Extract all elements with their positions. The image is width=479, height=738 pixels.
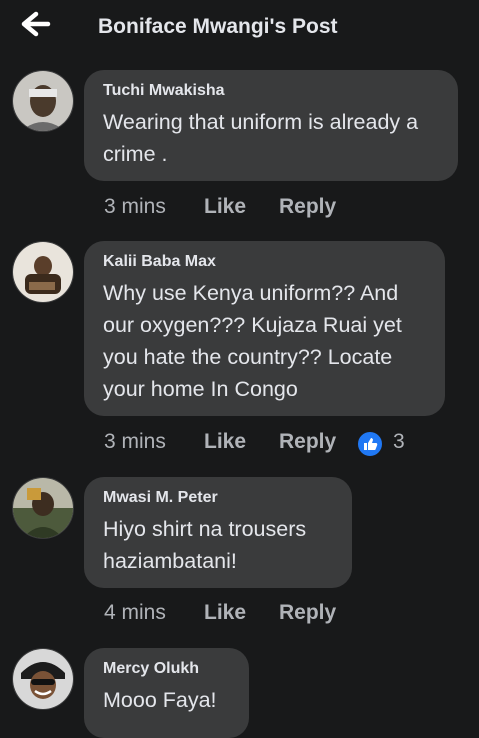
comment-time[interactable]: 3 mins (104, 430, 166, 454)
comment-author[interactable]: Tuchi Mwakisha (103, 82, 440, 100)
comment-text: Why use Kenya uniform?? And our oxygen??… (103, 281, 402, 401)
avatar[interactable] (12, 241, 74, 303)
like-button[interactable]: Like (204, 195, 246, 219)
comment-text: Wearing that uniform is already a crime … (103, 110, 419, 166)
comment-author[interactable]: Mwasi M. Peter (103, 489, 334, 507)
reply-button[interactable]: Reply (279, 601, 336, 625)
back-button[interactable] (20, 10, 54, 40)
like-reaction-icon[interactable] (356, 430, 384, 458)
arrow-left-icon (21, 11, 51, 37)
like-button[interactable]: Like (204, 601, 246, 625)
comment-text: Mooo Faya! (103, 688, 217, 712)
comment-bubble[interactable]: Mwasi M. Peter Hiyo shirt na trousers ha… (84, 477, 352, 588)
reply-button[interactable]: Reply (279, 195, 336, 219)
avatar[interactable] (12, 648, 74, 710)
comment-bubble[interactable]: Mercy Olukh Mooo Faya! (84, 648, 249, 738)
comment-author[interactable]: Kalii Baba Max (103, 253, 427, 271)
comment-bubble[interactable]: Tuchi Mwakisha Wearing that uniform is a… (84, 70, 458, 181)
page-title: Boniface Mwangi's Post (98, 15, 338, 38)
comment-time[interactable]: 3 mins (104, 195, 166, 219)
reaction-count[interactable]: 3 (393, 430, 405, 454)
avatar[interactable] (12, 70, 74, 132)
comment-time[interactable]: 4 mins (104, 601, 166, 625)
reply-button[interactable]: Reply (279, 430, 336, 454)
avatar[interactable] (12, 477, 74, 539)
like-button[interactable]: Like (204, 430, 246, 454)
comment-author[interactable]: Mercy Olukh (103, 660, 231, 678)
comment-bubble[interactable]: Kalii Baba Max Why use Kenya uniform?? A… (84, 241, 445, 416)
comment-text: Hiyo shirt na trousers haziambatani! (103, 517, 307, 573)
top-bar: Boniface Mwangi's Post (0, 0, 479, 56)
